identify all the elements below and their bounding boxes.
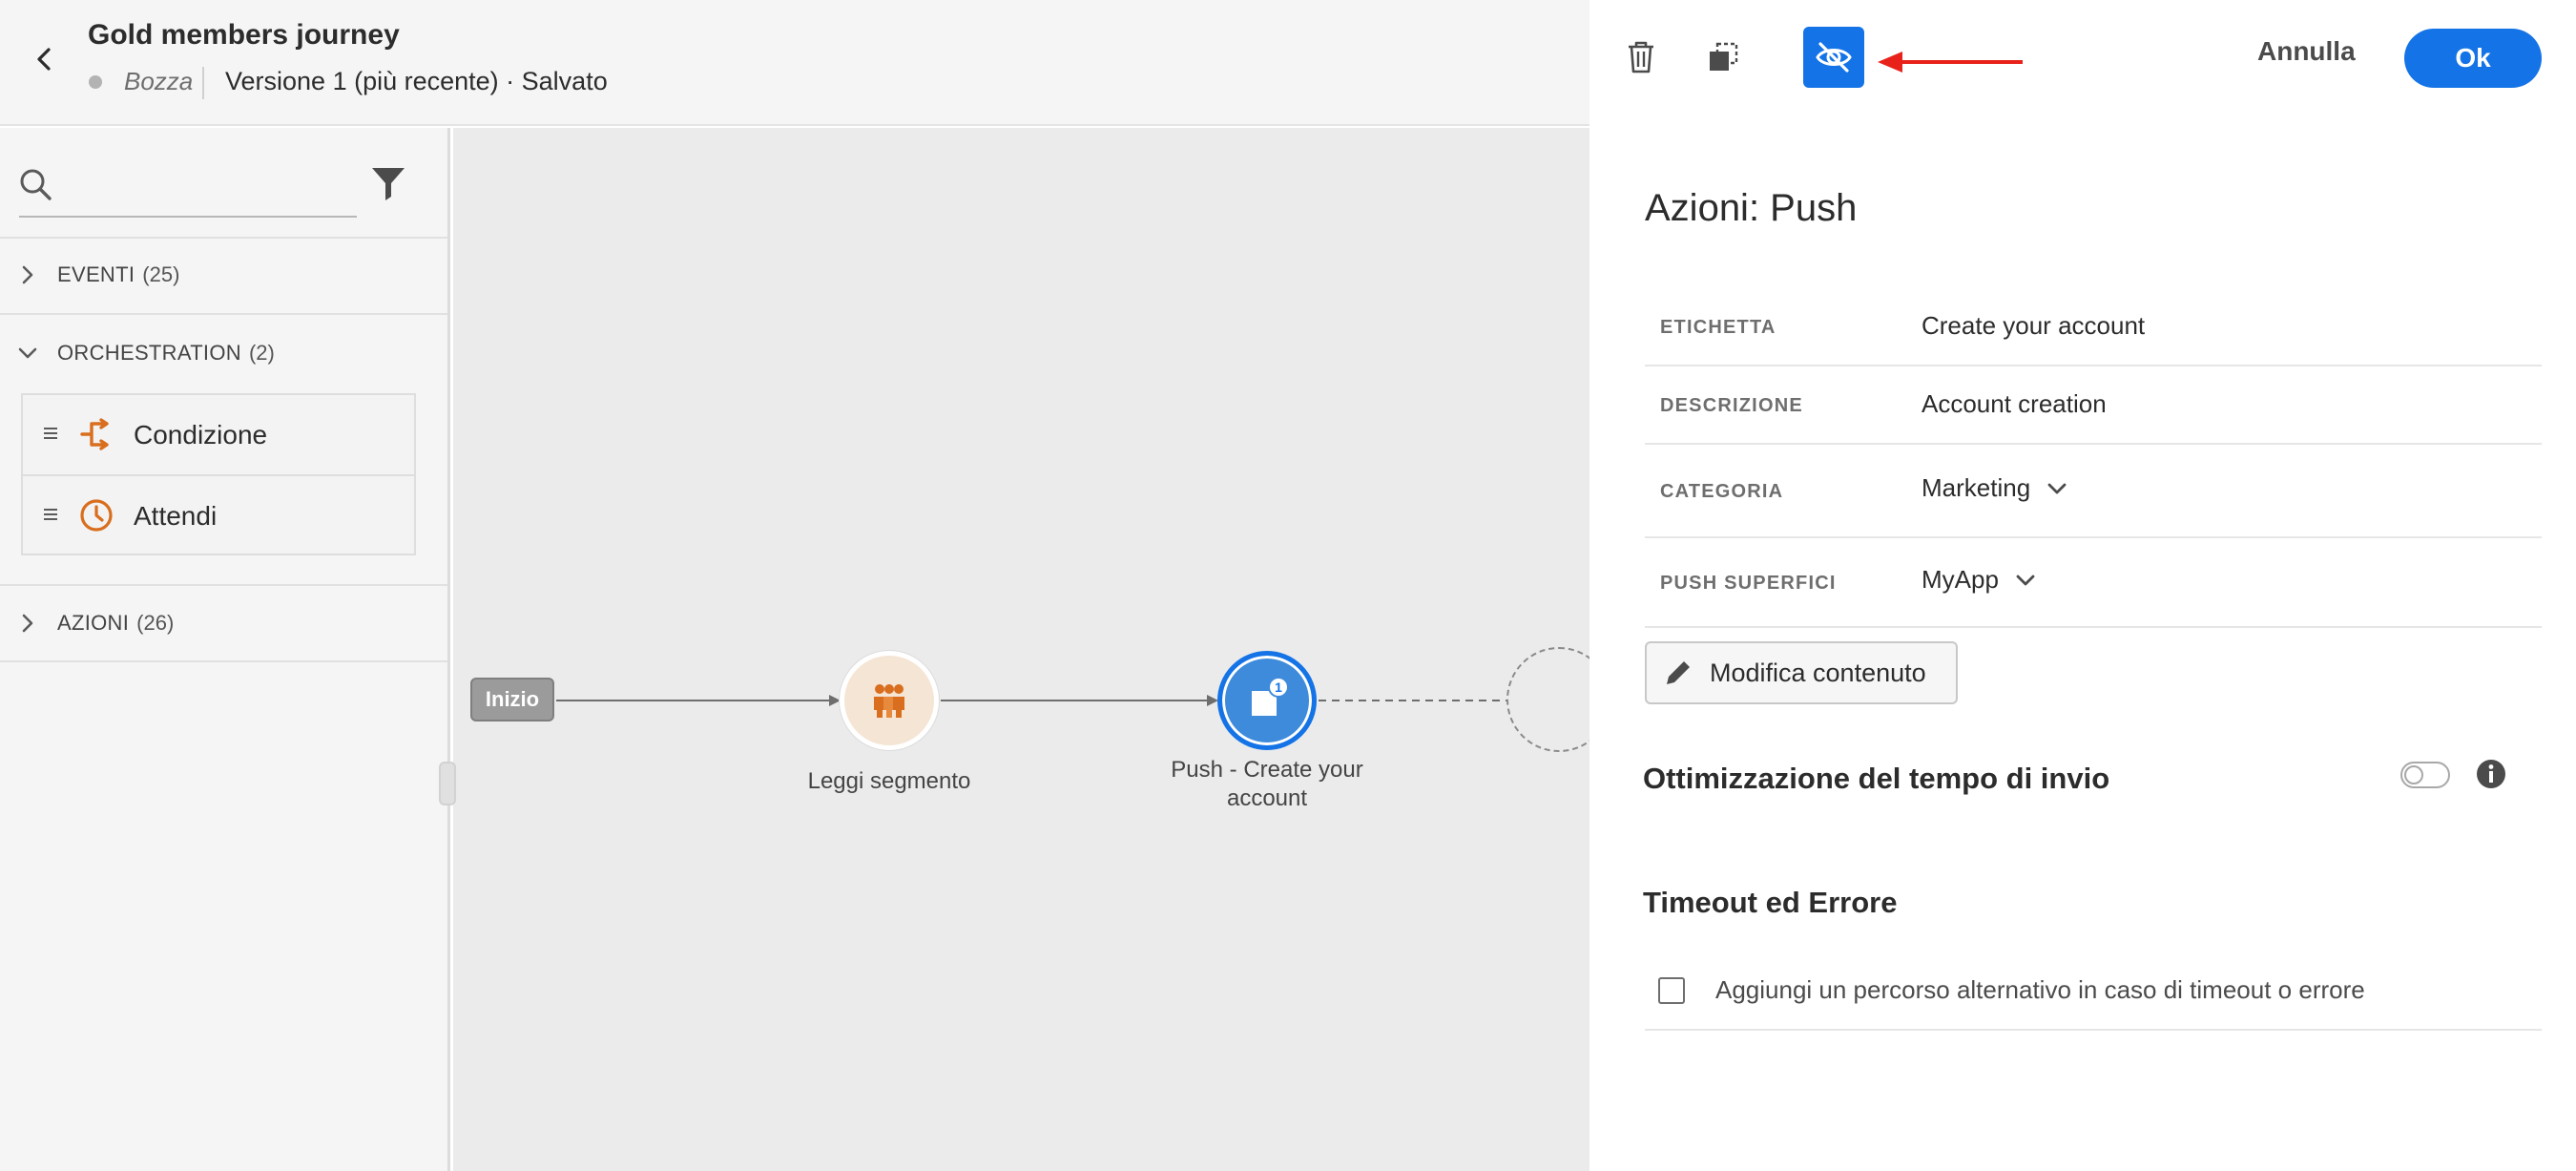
timeout-error-title: Timeout ed Errore	[1643, 886, 1898, 919]
action-properties-panel: Annulla Ok Azioni: Push ETICHETTA Create…	[1589, 0, 2576, 1171]
section-eventi[interactable]: EVENTI (25)	[0, 246, 447, 303]
field-label: PUSH SUPERFICI	[1660, 573, 1837, 594]
eye-off-icon	[1816, 42, 1852, 73]
delete-button[interactable]	[1610, 27, 1672, 88]
back-button[interactable]	[27, 42, 61, 76]
section-azioni[interactable]: AZIONI (26)	[0, 595, 447, 652]
chevron-right-icon	[22, 265, 33, 284]
palette-divider	[0, 660, 447, 662]
filter-icon[interactable]	[368, 162, 408, 204]
section-label: AZIONI	[57, 611, 130, 635]
drag-handle-icon	[44, 428, 57, 439]
palette-search-input[interactable]	[63, 162, 349, 210]
field-push-superfici: PUSH SUPERFICI MyApp	[1645, 538, 2542, 628]
chevron-down-icon	[2016, 575, 2035, 585]
edit-content-button[interactable]: Modifica contenuto	[1645, 641, 1958, 704]
category-dropdown[interactable]: Marketing	[1922, 473, 2067, 503]
orchestration-item-label: Attendi	[134, 500, 218, 531]
orchestration-item-label: Condizione	[134, 419, 268, 450]
field-value[interactable]: Account creation	[1922, 389, 2107, 419]
status-divider	[202, 67, 204, 99]
field-label: ETICHETTA	[1660, 317, 1776, 338]
push-surface-dropdown[interactable]: MyApp	[1922, 565, 2035, 595]
start-node[interactable]: Inizio	[470, 678, 554, 721]
connector-lines	[556, 695, 1506, 706]
palette-divider	[0, 237, 447, 239]
panel-title: Azioni: Push	[1645, 187, 1858, 229]
alternative-path-checkbox[interactable]	[1658, 977, 1685, 1004]
cancel-button[interactable]: Annulla	[2257, 36, 2356, 67]
search-icon	[20, 169, 52, 200]
toggle-knob	[2404, 765, 2423, 784]
chevron-down-icon	[2047, 483, 2067, 493]
palette-resize-handle[interactable]	[439, 762, 456, 805]
node-label-line: account	[1226, 785, 1308, 811]
orchestration-items: Condizione Attendi	[21, 393, 416, 555]
node-label: Push - Create your account	[1143, 756, 1391, 813]
activity-palette: EVENTI (25) ORCHESTRATION (2) Condizione…	[0, 128, 450, 1171]
push-icon: 1	[1252, 677, 1289, 716]
status-dot	[89, 75, 102, 89]
send-time-optimization-title: Ottimizzazione del tempo di invio	[1643, 762, 2110, 795]
field-label: CATEGORIA	[1660, 481, 1784, 502]
status-badge: Bozza	[124, 67, 194, 95]
palette-divider	[0, 313, 447, 315]
trash-icon	[1629, 41, 1653, 73]
node-label: Leggi segmento	[807, 768, 971, 794]
dropdown-value: MyApp	[1922, 565, 1999, 594]
section-count: (2)	[248, 341, 275, 365]
journey-canvas[interactable]: Inizio Leggi segmento 1 Push - Create yo…	[453, 128, 1589, 1171]
field-categoria: CATEGORIA Marketing	[1645, 445, 2542, 538]
ok-button[interactable]: Ok	[2404, 29, 2542, 88]
field-etichetta: ETICHETTA Create your account	[1645, 286, 2542, 366]
edit-content-label: Modifica contenuto	[1710, 658, 1926, 687]
journey-title: Gold members journey	[88, 19, 400, 51]
orchestration-item-condizione[interactable]: Condizione	[23, 395, 414, 474]
journey-header: Gold members journey Bozza Versione 1 (p…	[0, 0, 1589, 126]
drag-handle-icon	[44, 509, 57, 520]
version-info: Versione 1 (più recente) · Salvato	[225, 67, 608, 95]
chevron-down-icon	[18, 347, 37, 359]
section-count: (25)	[142, 262, 180, 286]
dropdown-value: Marketing	[1922, 473, 2031, 502]
section-count: (26)	[136, 611, 175, 635]
hide-button[interactable]	[1803, 27, 1864, 88]
section-orchestration[interactable]: ORCHESTRATION (2)	[0, 324, 447, 382]
orchestration-item-attendi[interactable]: Attendi	[23, 476, 414, 555]
info-icon[interactable]	[2475, 758, 2507, 790]
search-underline	[19, 216, 357, 218]
send-time-optimization-toggle[interactable]	[2400, 762, 2450, 788]
node-label-line: Push - Create your	[1171, 757, 1363, 783]
field-label: DESCRIZIONE	[1660, 395, 1803, 416]
chevron-left-icon	[37, 48, 51, 71]
palette-divider	[0, 584, 447, 586]
duplicate-button[interactable]	[1693, 27, 1754, 88]
annotation-arrow-icon	[1878, 52, 2023, 73]
pencil-icon	[1667, 661, 1690, 684]
clock-icon	[80, 499, 113, 532]
duplicate-icon	[1710, 42, 1738, 71]
chevron-right-icon	[22, 614, 33, 633]
section-label: EVENTI	[57, 262, 135, 286]
push-badge: 1	[1275, 680, 1282, 695]
segment-icon	[874, 684, 904, 718]
read-segment-node[interactable]	[840, 651, 939, 750]
alternative-path-label[interactable]: Aggiungi un percorso alternativo in caso…	[1715, 975, 2365, 1005]
condition-icon	[80, 418, 109, 450]
field-value[interactable]: Create your account	[1922, 311, 2145, 341]
push-action-node[interactable]: 1	[1217, 651, 1317, 750]
alternative-path-row: Aggiungi un percorso alternativo in caso…	[1645, 964, 2542, 1031]
section-label: ORCHESTRATION	[57, 341, 241, 365]
field-descrizione: DESCRIZIONE Account creation	[1645, 366, 2542, 445]
